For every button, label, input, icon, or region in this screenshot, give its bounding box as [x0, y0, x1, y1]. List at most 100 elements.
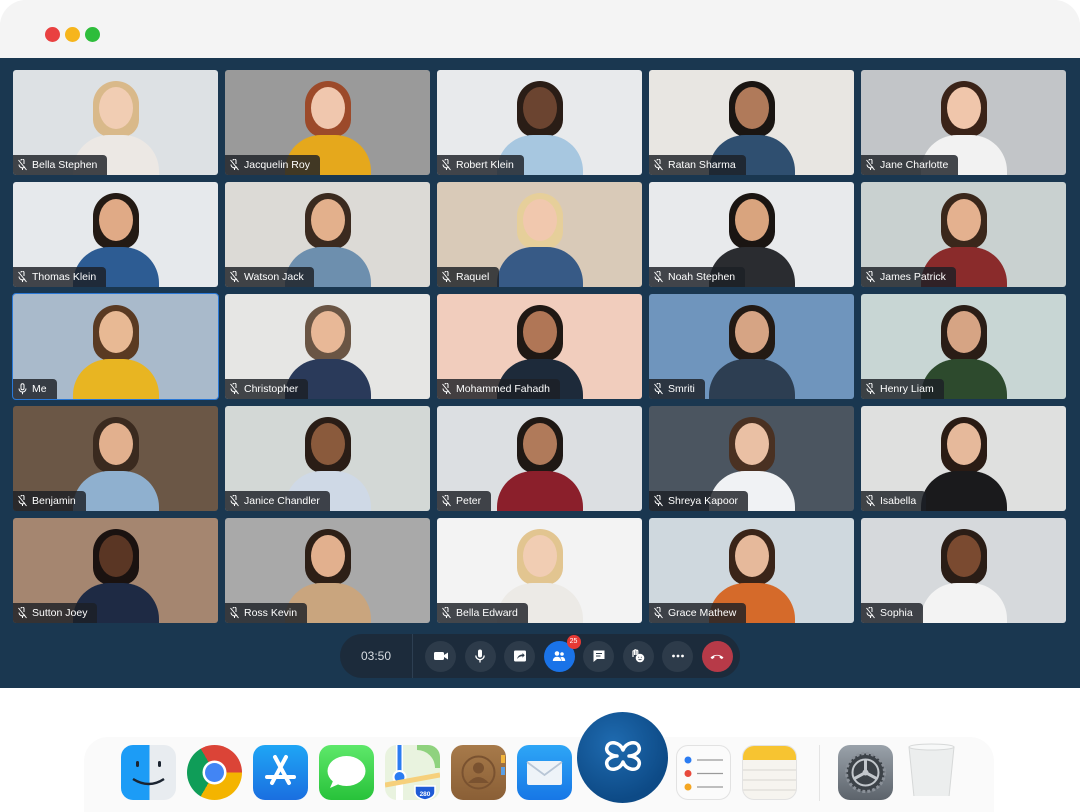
video-camera-icon	[433, 652, 448, 660]
svg-text:280: 280	[420, 791, 431, 798]
dock-trash[interactable]	[904, 741, 959, 796]
app-store-icon	[265, 755, 296, 785]
participant-tile-henry-liam[interactable]: Henry Liam	[861, 294, 1066, 399]
participant-tile-shreya-kapoor[interactable]: Shreya Kapoor	[649, 406, 854, 511]
end-call-button[interactable]	[701, 640, 733, 672]
participant-name-tag: Ross Kevin	[225, 603, 308, 623]
finder-icon	[132, 761, 165, 786]
participant-video	[495, 187, 585, 287]
participant-video	[71, 299, 161, 399]
dock-messages[interactable]	[319, 745, 374, 800]
dock-finder[interactable]	[121, 745, 176, 800]
trash-icon	[908, 743, 955, 796]
chrome-icon	[202, 760, 227, 785]
participant-tile-ross-kevin[interactable]: Ross Kevin	[225, 518, 430, 623]
participant-tile-bella-stephen[interactable]: Bella Stephen	[13, 70, 218, 175]
participant-tile-isabella[interactable]: Isabella	[861, 406, 1066, 511]
share-screen-button[interactable]	[504, 640, 535, 672]
participants-count-badge: 25	[566, 634, 581, 649]
participant-tile-smriti[interactable]: Smriti	[649, 294, 854, 399]
participant-tile-janice-chandler[interactable]: Janice Chandler	[225, 406, 430, 511]
participant-tile-thomas-klein[interactable]: Thomas Klein	[13, 182, 218, 287]
participant-name-tag: Thomas Klein	[13, 267, 107, 287]
dock-mail[interactable]	[517, 745, 572, 800]
dock-notes[interactable]	[742, 745, 797, 800]
participant-tile-peter[interactable]: Peter	[437, 406, 642, 511]
microphone-muted-icon	[442, 271, 451, 283]
participant-name: Smriti	[668, 383, 695, 395]
participant-name-tag: Bella Edward	[437, 603, 528, 623]
participant-tile-sophia[interactable]: Sophia	[861, 518, 1066, 623]
participant-name-tag: Me	[13, 379, 57, 399]
microphone-muted-icon	[18, 495, 27, 507]
participant-tile-christopher[interactable]: Christopher	[225, 294, 430, 399]
participant-tile-james-patrick[interactable]: James Patrick	[861, 182, 1066, 287]
participant-name-tag: Christopher	[225, 379, 309, 399]
reactions-button[interactable]	[622, 640, 654, 672]
participant-tile-robert-klein[interactable]: Robert Klein	[437, 70, 642, 175]
participants-icon	[552, 651, 566, 661]
participant-tile-raquel[interactable]: Raquel	[437, 182, 642, 287]
microphone-muted-icon	[654, 607, 663, 619]
microphone-muted-icon	[866, 607, 875, 619]
more-options-button[interactable]	[662, 640, 693, 672]
participant-tile-grace-mathew[interactable]: Grace Mathew	[649, 518, 854, 623]
participant-tile-benjamin[interactable]: Benjamin	[13, 406, 218, 511]
participant-tile-mohammed-fahadh[interactable]: Mohammed Fahadh	[437, 294, 642, 399]
close-window-button[interactable]	[45, 27, 60, 42]
participant-tile-sutton-joey[interactable]: Sutton Joey	[13, 518, 218, 623]
minimize-window-button[interactable]	[65, 27, 80, 42]
dock-contacts[interactable]	[451, 745, 506, 800]
share-screen-icon	[513, 650, 526, 662]
participant-name: James Patrick	[880, 271, 946, 283]
call-timer: 03:50	[340, 634, 413, 678]
participant-tile-jacquelin-roy[interactable]: Jacquelin Roy	[225, 70, 430, 175]
title-bar	[0, 0, 1080, 58]
participant-name-tag: Sophia	[861, 603, 923, 623]
participant-name: Jane Charlotte	[880, 159, 949, 171]
participant-name-tag: Janice Chandler	[225, 491, 330, 511]
participant-tile-me[interactable]: Me	[12, 293, 219, 400]
participant-video	[919, 523, 1009, 623]
participant-tile-bella-edward[interactable]: Bella Edward	[437, 518, 642, 623]
participant-name: Sophia	[880, 607, 913, 619]
microphone-muted-icon	[654, 383, 663, 395]
dock-meeting-app[interactable]	[577, 712, 668, 803]
dock-reminders[interactable]	[676, 745, 731, 800]
participant-tile-watson-jack[interactable]: Watson Jack	[225, 182, 430, 287]
dock-system-preferences[interactable]	[838, 745, 893, 800]
chat-icon	[593, 650, 604, 662]
participant-tile-jane-charlotte[interactable]: Jane Charlotte	[861, 70, 1066, 175]
participant-name: Thomas Klein	[32, 271, 97, 283]
participant-grid: Bella Stephen Jacquelin Roy Robert Klein	[12, 70, 1066, 623]
microphone-muted-icon	[18, 607, 27, 619]
participant-name-tag: James Patrick	[861, 267, 956, 287]
raise-hand-emoji-icon	[632, 649, 645, 663]
dock-maps[interactable]: 280	[385, 745, 440, 800]
dock-chrome[interactable]	[187, 745, 242, 800]
dock-app-store[interactable]	[253, 745, 308, 800]
microphone-muted-icon	[18, 271, 27, 283]
participant-name: Sutton Joey	[32, 607, 88, 619]
participant-name: Ross Kevin	[244, 607, 298, 619]
microphone-button[interactable]	[464, 640, 496, 672]
participant-name: Jacquelin Roy	[244, 159, 310, 171]
participant-name-tag: Raquel	[437, 267, 500, 287]
microphone-muted-icon	[866, 383, 875, 395]
participant-name: Grace Mathew	[668, 607, 737, 619]
participants-button[interactable]: 25	[543, 634, 581, 672]
system-preferences-icon	[845, 752, 886, 793]
participant-tile-noah-stephen[interactable]: Noah Stephen	[649, 182, 854, 287]
participant-name-tag: Jane Charlotte	[861, 155, 959, 175]
microphone-icon	[475, 649, 485, 663]
microphone-muted-icon	[442, 607, 451, 619]
participant-name: Watson Jack	[244, 271, 304, 283]
camera-button[interactable]	[425, 640, 456, 672]
maximize-window-button[interactable]	[85, 27, 100, 42]
participant-name-tag: Grace Mathew	[649, 603, 747, 623]
participant-name-tag: Watson Jack	[225, 267, 314, 287]
participant-name: Shreya Kapoor	[668, 495, 739, 507]
chat-button[interactable]	[583, 640, 614, 672]
participant-name: Me	[32, 383, 47, 395]
participant-tile-ratan-sharma[interactable]: Ratan Sharma	[649, 70, 854, 175]
